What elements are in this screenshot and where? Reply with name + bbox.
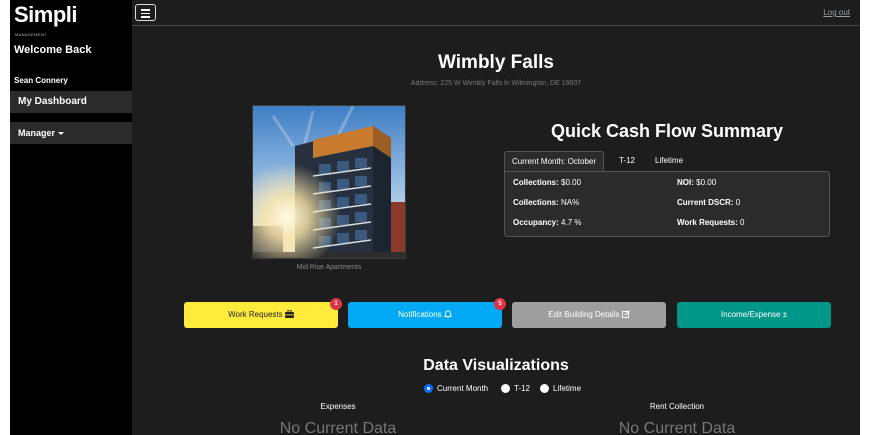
current-dscr: Current DSCR: 0 (677, 198, 741, 207)
tab-lifetime[interactable]: Lifetime (648, 151, 690, 171)
expenses-no-data: No Current Data (279, 420, 397, 435)
plus-minus-icon: ± (782, 310, 788, 319)
menu-toggle-button[interactable] (135, 4, 156, 21)
radio-unselected-icon (540, 384, 549, 393)
building-address: Address: 225 W Wimbly Falls ln Wilmingto… (410, 80, 582, 87)
photo-caption: Mid Rise Apartments (296, 264, 362, 271)
logo[interactable]: Simpli MANAGEMENT (14, 4, 78, 38)
welcome-heading: Welcome Back (14, 44, 92, 56)
building-title: Wimbly Falls (438, 52, 554, 73)
logout-link[interactable]: Log out (823, 8, 850, 17)
edit-icon (621, 310, 630, 318)
collections-amount: Collections: $0.00 (513, 178, 582, 187)
user-name: Sean Connery (14, 76, 68, 85)
work-requests-badge: 1 (330, 298, 342, 310)
radio-unselected-icon (501, 384, 510, 393)
tab-t12[interactable]: T-12 (612, 151, 642, 171)
edit-building-label: Edit Building Details (548, 310, 620, 319)
radio-lifetime[interactable]: Lifetime (540, 383, 581, 395)
noi: NOI: $0.00 (677, 178, 717, 187)
radio-label: Current Month (437, 384, 489, 393)
data-visualizations-title: Data Visualizations (423, 357, 569, 374)
radio-selected-icon (424, 384, 433, 393)
radio-label: T-12 (514, 384, 531, 393)
summary-panel: Collections: $0.00 Collections: NA% Occu… (504, 171, 830, 237)
notifications-label: Notifications (398, 310, 442, 319)
app-frame: Simpli MANAGEMENT Welcome Back Sean Conn… (10, 0, 860, 435)
summary-title: Quick Cash Flow Summary (550, 121, 784, 141)
sidebar-item-label: My Dashboard (18, 96, 87, 107)
tab-current-month[interactable]: Current Month: October (504, 151, 605, 171)
caret-down-icon (58, 132, 65, 136)
sidebar: Simpli MANAGEMENT Welcome Back Sean Conn… (10, 0, 132, 435)
sidebar-item-manager[interactable]: Manager (10, 122, 132, 144)
logo-subtitle: MANAGEMENT (15, 32, 47, 37)
expenses-chart-title: Expenses (320, 402, 356, 411)
radio-current-month[interactable]: Current Month (424, 383, 488, 395)
income-expense-button[interactable]: Income/Expense ± (677, 302, 831, 328)
main-content: Log out Wimbly Falls Address: 225 W Wimb… (132, 0, 860, 435)
sidebar-item-my-dashboard[interactable]: My Dashboard (10, 91, 132, 113)
notifications-badge: 5 (494, 298, 506, 310)
radio-t12[interactable]: T-12 (501, 383, 530, 395)
sidebar-item-label: Manager (18, 128, 56, 138)
building-photo (252, 105, 406, 259)
briefcase-icon (284, 309, 294, 318)
rent-collection-no-data: No Current Data (618, 420, 736, 435)
occupancy: Occupancy: 4.7 % (513, 218, 582, 227)
top-bar: Log out (132, 0, 860, 26)
radio-label: Lifetime (553, 384, 582, 393)
work-requests-count: Work Requests: 0 (677, 218, 745, 227)
income-expense-label: Income/Expense (720, 310, 781, 319)
edit-building-details-button[interactable]: Edit Building Details (512, 302, 666, 328)
work-requests-label: Work Requests (228, 310, 283, 319)
work-requests-button[interactable]: Work Requests 1 (184, 298, 342, 328)
bell-icon (443, 310, 453, 318)
notifications-button[interactable]: Notifications 5 (348, 298, 506, 328)
collections-percent: Collections: NA% (513, 198, 580, 207)
rent-collection-chart-title: Rent Collection (649, 402, 705, 411)
